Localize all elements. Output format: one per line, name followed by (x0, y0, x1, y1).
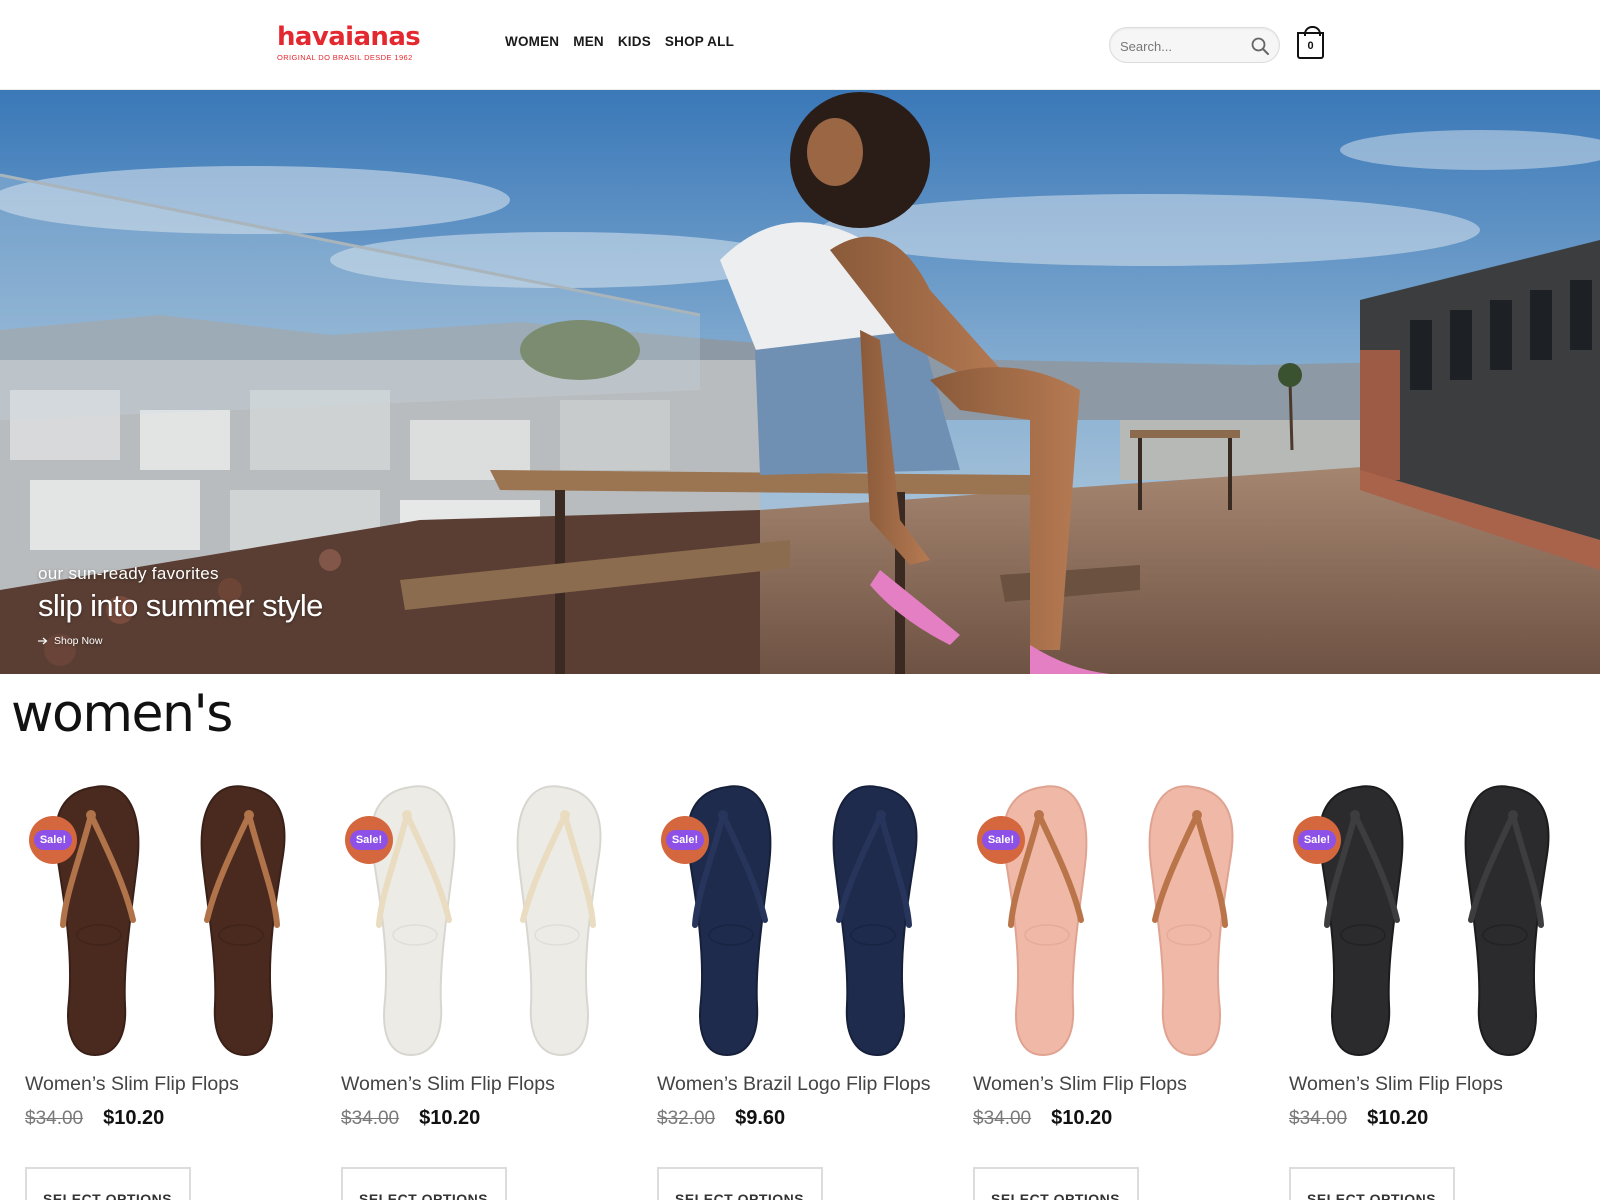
sale-price: $10.20 (419, 1107, 481, 1129)
select-options-button[interactable]: SELECT OPTIONS (657, 1167, 823, 1200)
sale-badge-label: Sale! (666, 830, 704, 850)
nav-item-women[interactable]: WOMEN (505, 34, 559, 49)
original-price: $34.00 (25, 1108, 84, 1129)
search-icon[interactable] (1250, 36, 1270, 56)
main-nav: WOMEN MEN KIDS SHOP ALL (505, 34, 734, 49)
shop-now-label: Shop Now (54, 635, 103, 647)
sale-badge-label: Sale! (34, 830, 72, 850)
section-title: women's (11, 684, 233, 744)
sale-badge: Sale! (977, 816, 1025, 864)
sale-badge-label: Sale! (982, 830, 1020, 850)
sale-price: $10.20 (1051, 1107, 1113, 1129)
hero-headline: slip into summer style (38, 588, 323, 623)
nav-item-kids[interactable]: KIDS (618, 34, 651, 49)
hero-kicker: our sun-ready favorites (38, 564, 219, 583)
product-name[interactable]: Women’s Brazil Logo Flip Flops (657, 1073, 930, 1096)
select-options-button[interactable]: SELECT OPTIONS (25, 1167, 191, 1200)
flip-flop (1464, 785, 1550, 1057)
original-price: $34.00 (341, 1108, 400, 1129)
sale-price: $10.20 (1367, 1107, 1429, 1129)
sale-price: $9.60 (735, 1107, 786, 1129)
product-card[interactable]: Sale! Women’s Slim Flip Flops $34.00 $10… (973, 775, 1263, 1200)
product-name[interactable]: Women’s Slim Flip Flops (25, 1073, 239, 1096)
flip-flop (1148, 785, 1234, 1057)
sale-badge-label: Sale! (1298, 830, 1336, 850)
hero-banner[interactable]: our sun-ready favorites slip into summer… (0, 90, 1600, 674)
site-header: havaianas ORIGINAL DO BRASIL DESDE 1962 … (0, 0, 1600, 90)
shop-now-link[interactable]: Shop Now (38, 635, 323, 647)
select-options-button[interactable]: SELECT OPTIONS (973, 1167, 1139, 1200)
select-options-button[interactable]: SELECT OPTIONS (341, 1167, 507, 1200)
havaianas-logo[interactable]: havaianas ORIGINAL DO BRASIL DESDE 1962 (277, 22, 421, 66)
arrow-right-icon (38, 637, 48, 645)
logo-wordmark: havaianas (277, 22, 421, 52)
flip-flop (200, 785, 286, 1057)
flip-flop (516, 785, 602, 1057)
product-image[interactable] (25, 775, 315, 1065)
sale-badge: Sale! (661, 816, 709, 864)
product-card[interactable]: Sale! Women’s Slim Flip Flops $34.00 $10… (25, 775, 315, 1200)
product-prices: $34.00 $10.20 (1289, 1107, 1428, 1130)
search-box (1109, 27, 1280, 63)
sale-price: $10.20 (103, 1107, 165, 1129)
nav-item-shop-all[interactable]: SHOP ALL (665, 34, 734, 49)
product-card[interactable]: Sale! Women’s Slim Flip Flops $34.00 $10… (341, 775, 631, 1200)
search-input[interactable] (1120, 35, 1245, 57)
sale-badge: Sale! (345, 816, 393, 864)
sale-badge: Sale! (1293, 816, 1341, 864)
product-prices: $34.00 $10.20 (25, 1107, 164, 1130)
product-prices: $34.00 $10.20 (341, 1107, 480, 1130)
product-card[interactable]: Sale! Women’s Brazil Logo Flip Flops $32… (657, 775, 947, 1200)
product-name[interactable]: Women’s Slim Flip Flops (973, 1073, 1187, 1096)
original-price: $34.00 (1289, 1108, 1348, 1129)
product-name[interactable]: Women’s Slim Flip Flops (341, 1073, 555, 1096)
product-image[interactable] (1289, 775, 1579, 1065)
product-image[interactable] (973, 775, 1263, 1065)
product-card[interactable]: Sale! Women’s Slim Flip Flops $34.00 $10… (1289, 775, 1579, 1200)
product-image[interactable] (657, 775, 947, 1065)
cart-count: 0 (1307, 40, 1314, 52)
product-image[interactable] (341, 775, 631, 1065)
product-prices: $34.00 $10.20 (973, 1107, 1112, 1130)
flip-flop (832, 785, 918, 1057)
sale-badge-label: Sale! (350, 830, 388, 850)
sale-badge: Sale! (29, 816, 77, 864)
original-price: $32.00 (657, 1108, 716, 1129)
product-prices: $32.00 $9.60 (657, 1107, 785, 1130)
select-options-button[interactable]: SELECT OPTIONS (1289, 1167, 1455, 1200)
logo-tagline: ORIGINAL DO BRASIL DESDE 1962 (277, 53, 413, 62)
nav-item-men[interactable]: MEN (573, 34, 604, 49)
hero-copy: our sun-ready favorites slip into summer… (38, 564, 323, 647)
product-name[interactable]: Women’s Slim Flip Flops (1289, 1073, 1503, 1096)
original-price: $34.00 (973, 1108, 1032, 1129)
cart-button[interactable]: 0 (1297, 26, 1324, 59)
